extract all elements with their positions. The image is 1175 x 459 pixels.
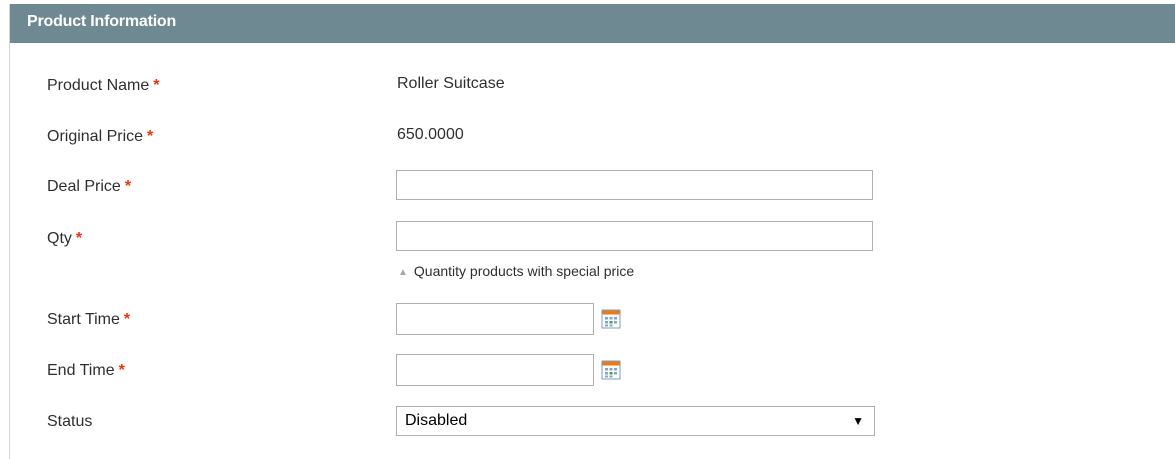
status-label: Status	[47, 413, 93, 430]
panel-header: Product Information	[10, 4, 1175, 43]
status-select[interactable]: Disabled ▼	[396, 406, 875, 436]
required-marker: *	[124, 178, 132, 195]
qty-input[interactable]	[396, 221, 873, 251]
product-name-label: Product Name *	[47, 77, 160, 94]
start-time-input[interactable]	[396, 303, 594, 335]
qty-note: ▲ Quantity products with special price	[398, 263, 635, 279]
end-time-input[interactable]	[396, 354, 594, 386]
start-time-label: Start Time *	[47, 311, 131, 328]
product-information-panel: Product Information Product Name * Roller…	[9, 4, 1175, 459]
required-marker: *	[118, 362, 125, 379]
status-selected-value: Disabled	[405, 412, 468, 429]
triangle-up-icon: ▲	[398, 267, 408, 278]
original-price-label: Original Price *	[47, 128, 154, 145]
calendar-icon[interactable]	[601, 309, 621, 329]
end-time-label: End Time *	[47, 362, 125, 379]
triangle-down-icon: ▼	[852, 414, 864, 428]
product-name-value: Roller Suitcase	[397, 75, 505, 92]
required-marker: *	[153, 77, 160, 94]
required-marker: *	[123, 311, 131, 328]
deal-price-input[interactable]	[396, 170, 873, 200]
panel-title: Product Information	[27, 13, 177, 30]
original-price-value: 650.0000	[397, 126, 464, 143]
qty-label: Qty *	[47, 230, 83, 247]
required-marker: *	[75, 230, 83, 247]
required-marker: *	[147, 128, 154, 145]
deal-price-label: Deal Price *	[47, 178, 132, 195]
calendar-icon[interactable]	[601, 360, 621, 380]
